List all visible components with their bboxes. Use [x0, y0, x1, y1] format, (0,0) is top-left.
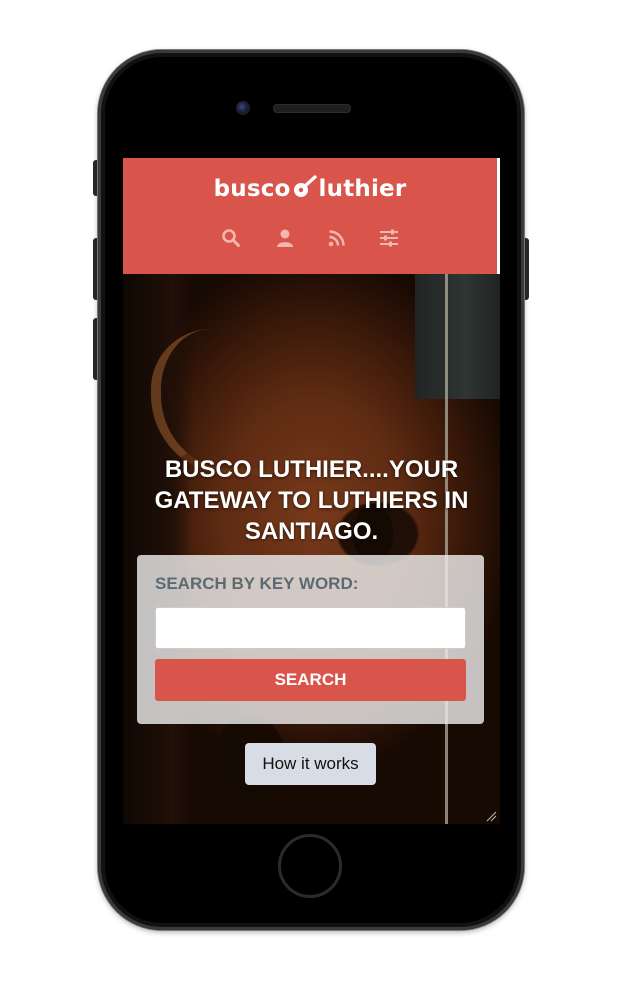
how-it-works-button[interactable]: How it works: [245, 743, 376, 785]
rss-icon: [328, 230, 345, 247]
nav-search[interactable]: [219, 226, 243, 250]
logo-prefix: busco: [213, 176, 291, 202]
guitar-logo-icon: [293, 175, 317, 197]
logo-suffix: luthier: [318, 176, 407, 202]
search-label: SEARCH BY KEY WORD:: [155, 574, 359, 593]
search-button[interactable]: SEARCH: [155, 659, 466, 701]
search-input[interactable]: [155, 607, 466, 649]
user-icon: [277, 229, 293, 247]
earpiece-speaker: [273, 104, 351, 113]
resize-handle-icon[interactable]: [485, 810, 497, 822]
search-panel: SEARCH BY KEY WORD: SEARCH: [137, 555, 484, 724]
hero-tagline: BUSCO LUTHIER....YOUR GATEWAY TO LUTHIER…: [154, 456, 469, 545]
filter-sliders-icon: [380, 229, 398, 247]
search-icon: [222, 229, 240, 247]
front-camera-icon: [236, 101, 250, 115]
hero-section: BUSCO LUTHIER....YOUR GATEWAY TO LUTHIER…: [123, 274, 500, 824]
header-nav: [123, 226, 497, 250]
nav-feed[interactable]: [325, 226, 349, 250]
site-logo[interactable]: busco luthier: [123, 174, 497, 204]
nav-profile[interactable]: [273, 226, 297, 250]
nav-filters[interactable]: [377, 226, 401, 250]
home-button: [278, 834, 342, 898]
hero-overlay: [123, 274, 500, 824]
phone-screen: busco luthier BUSCO LUTHIER....YOUR GATE…: [123, 158, 500, 824]
site-header: busco luthier: [123, 158, 497, 274]
